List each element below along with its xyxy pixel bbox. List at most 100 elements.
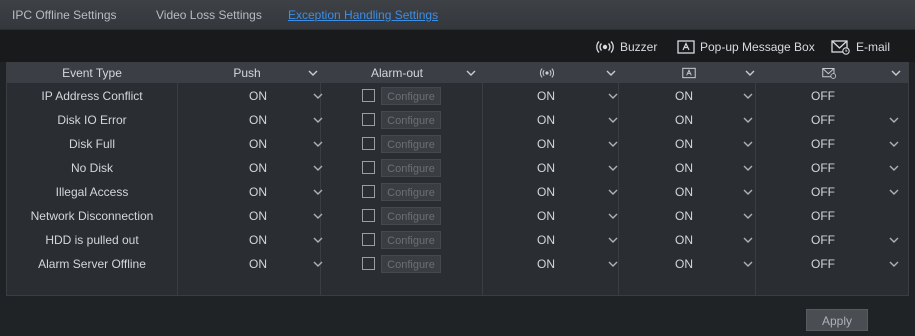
header-push-dropdown[interactable]: Push [177,63,327,83]
header-email-dropdown[interactable] [762,63,908,83]
table-row: Network Disconnection ON Configure ON ON… [7,204,908,228]
popup-select[interactable]: ON [618,204,755,228]
alarm-out-checkbox[interactable] [362,257,375,270]
chevron-down-icon [307,67,319,79]
push-select[interactable]: ON [177,252,323,276]
buzzer-select[interactable]: ON [482,180,618,204]
legend-email-label: E-mail [856,40,891,54]
table-row: IP Address Conflict ON Configure ON ON O… [7,84,908,108]
chevron-down-icon [742,210,754,222]
push-select[interactable]: ON [177,204,323,228]
buzzer-select[interactable]: ON [482,156,618,180]
email-select[interactable]: OFF [755,84,908,108]
buzzer-value: ON [537,89,555,103]
email-select[interactable]: OFF [755,108,908,132]
exception-table: Event Type Push Alarm-out IP Address Con… [6,62,909,296]
configure-button[interactable]: Configure [381,183,441,201]
buzzer-value: ON [537,137,555,151]
configure-button[interactable]: Configure [381,207,441,225]
buzzer-select[interactable]: ON [482,204,618,228]
email-select[interactable]: OFF [755,204,908,228]
chevron-down-icon [742,138,754,150]
popup-select[interactable]: ON [618,84,755,108]
event-type-cell: Disk IO Error [57,113,127,127]
alarm-out-checkbox[interactable] [362,137,375,150]
popup-value: ON [675,257,693,271]
email-select[interactable]: OFF [755,228,908,252]
chevron-down-icon [888,114,900,126]
buzzer-select[interactable]: ON [482,252,618,276]
configure-button[interactable]: Configure [381,111,441,129]
email-value: OFF [811,185,835,199]
push-select[interactable]: ON [177,108,323,132]
push-value: ON [249,209,267,223]
popup-select[interactable]: ON [618,180,755,204]
header-buzzer-dropdown[interactable] [482,63,622,83]
popup-value: ON [675,137,693,151]
tab-exception-handling-settings[interactable]: Exception Handling Settings [288,8,438,22]
header-popup-dropdown[interactable] [622,63,762,83]
tab-video-loss-settings[interactable]: Video Loss Settings [156,8,262,22]
push-value: ON [249,113,267,127]
buzzer-select[interactable]: ON [482,84,618,108]
configure-button[interactable]: Configure [381,135,441,153]
alarm-out-checkbox[interactable] [362,89,375,102]
table-row: Disk IO Error ON Configure ON ON OFF [7,108,908,132]
event-type-cell: IP Address Conflict [41,89,143,103]
push-value: ON [249,161,267,175]
header-alarm-out-label: Alarm-out [370,66,423,80]
chevron-down-icon [888,138,900,150]
push-select[interactable]: ON [177,228,323,252]
chevron-down-icon [312,162,324,174]
push-select[interactable]: ON [177,180,323,204]
push-select[interactable]: ON [177,132,323,156]
chevron-down-icon [742,90,754,102]
alarm-out-checkbox[interactable] [362,209,375,222]
email-value: OFF [811,233,835,247]
push-select[interactable]: ON [177,156,323,180]
apply-button[interactable]: Apply [806,309,868,331]
popup-select[interactable]: ON [618,252,755,276]
buzzer-select[interactable]: ON [482,228,618,252]
alarm-out-checkbox[interactable] [362,113,375,126]
popup-select[interactable]: ON [618,108,755,132]
email-select[interactable]: OFF [755,132,908,156]
email-value: OFF [811,161,835,175]
chevron-down-icon [888,258,900,270]
email-select[interactable]: OFF [755,180,908,204]
chevron-down-icon [312,186,324,198]
chevron-down-icon [312,234,324,246]
table-header: Event Type Push Alarm-out [7,63,908,83]
chevron-down-icon [312,90,324,102]
alarm-out-checkbox[interactable] [362,161,375,174]
email-select[interactable]: OFF [755,252,908,276]
header-event-type: Event Type [62,66,122,80]
table-row: Disk Full ON Configure ON ON OFF [7,132,908,156]
legend-popup-label: Pop-up Message Box [700,40,815,54]
configure-button[interactable]: Configure [381,159,441,177]
popup-select[interactable]: ON [618,156,755,180]
popup-select[interactable]: ON [618,132,755,156]
configure-button[interactable]: Configure [381,231,441,249]
popup-message-icon [677,40,695,54]
configure-button[interactable]: Configure [381,87,441,105]
popup-value: ON [675,185,693,199]
chevron-down-icon [744,67,756,79]
chevron-down-icon [742,186,754,198]
tab-ipc-offline-settings[interactable]: IPC Offline Settings [12,8,117,22]
buzzer-select[interactable]: ON [482,108,618,132]
alarm-out-checkbox[interactable] [362,185,375,198]
push-select[interactable]: ON [177,84,323,108]
table-row: Alarm Server Offline ON Configure ON ON … [7,252,908,276]
buzzer-icon [596,41,614,53]
header-alarm-out-dropdown[interactable]: Alarm-out [327,63,482,83]
configure-button[interactable]: Configure [381,255,441,273]
popup-select[interactable]: ON [618,228,755,252]
event-type-cell: Alarm Server Offline [38,257,146,271]
buzzer-select[interactable]: ON [482,132,618,156]
chevron-down-icon [890,67,902,79]
email-select[interactable]: OFF [755,156,908,180]
alarm-out-checkbox[interactable] [362,233,375,246]
popup-message-icon [682,66,696,84]
chevron-down-icon [465,67,477,79]
